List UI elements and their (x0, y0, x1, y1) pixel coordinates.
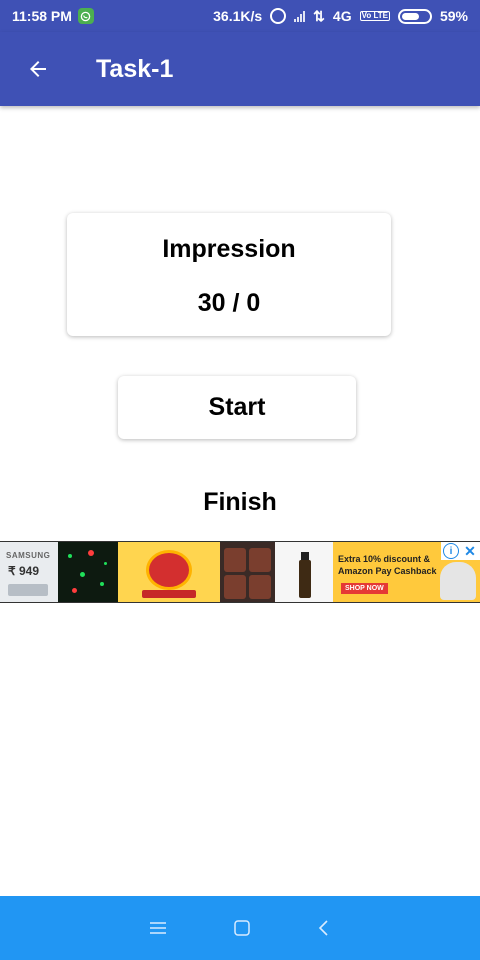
back-button[interactable] (0, 32, 76, 106)
start-button[interactable]: Start (118, 376, 356, 439)
adchoices-info-icon[interactable]: i (443, 543, 459, 559)
status-right: 36.1K/s ⇅ 4G Vo LTE 59% (213, 8, 468, 25)
app-bar: Task-1 (0, 32, 480, 106)
festival-date-ribbon (142, 590, 196, 598)
bottle-image (299, 560, 311, 598)
signal-icon (294, 10, 306, 22)
ad-promo-line-2: Amazon Pay Cashback (338, 566, 437, 576)
data-transfer-icon: ⇅ (313, 7, 325, 24)
ad-amazon-tile[interactable]: Extra 10% discount & Amazon Pay Cashback… (333, 542, 480, 602)
festival-logo-image (146, 550, 192, 590)
impression-label: Impression (162, 235, 296, 263)
ad-samsung-price: ₹ 949 (8, 564, 39, 578)
network-type: 4G (332, 8, 352, 24)
volte-icon: Vo LTE (359, 11, 390, 21)
menu-nav-button[interactable] (149, 916, 167, 940)
finish-button[interactable]: Finish (0, 488, 480, 517)
status-time: 11:58 PM (12, 8, 72, 24)
ad-person-image (440, 562, 476, 600)
network-speed: 36.1K/s (213, 8, 263, 24)
battery-icon (397, 8, 432, 24)
ad-samsung-brand: SAMSUNG (6, 551, 51, 560)
home-square-icon (234, 920, 250, 936)
system-nav-bar (0, 896, 480, 960)
status-bar: 11:58 PM 36.1K/s ⇅ 4G Vo LTE 59% (0, 0, 480, 32)
ad-banner[interactable]: SAMSUNG ₹ 949 Extra 10% discount & Amazo… (0, 541, 480, 603)
menu-icon (150, 922, 166, 934)
alarm-icon (270, 8, 287, 24)
ad-party-lights-tile[interactable] (58, 542, 118, 602)
ad-festival-tile[interactable] (118, 542, 220, 602)
whatsapp-notification-icon (77, 8, 94, 24)
ad-promo-line-1: Extra 10% discount & (338, 554, 431, 564)
page-title: Task-1 (96, 54, 174, 83)
memory-card-image (8, 584, 48, 596)
ad-car-seat-tile[interactable] (220, 542, 275, 602)
status-left: 11:58 PM (12, 8, 94, 24)
ad-shop-now-button[interactable]: SHOP NOW (341, 583, 388, 594)
chevron-left-icon (318, 920, 328, 936)
ad-close-icon[interactable]: ✕ (462, 543, 478, 559)
back-nav-button[interactable] (317, 916, 331, 940)
impression-count: 30 / 0 (197, 289, 261, 317)
ad-bottle-tile[interactable] (275, 542, 333, 602)
arrow-back-icon (30, 61, 46, 77)
home-nav-button[interactable] (233, 916, 251, 940)
ad-controls: i ✕ (441, 542, 480, 560)
impression-card: Impression 30 / 0 (67, 213, 391, 336)
screen: 11:58 PM 36.1K/s ⇅ 4G Vo LTE 59% Task-1 … (0, 0, 480, 960)
ad-samsung-tile[interactable]: SAMSUNG ₹ 949 (0, 542, 58, 602)
battery-percent: 59% (439, 8, 468, 24)
